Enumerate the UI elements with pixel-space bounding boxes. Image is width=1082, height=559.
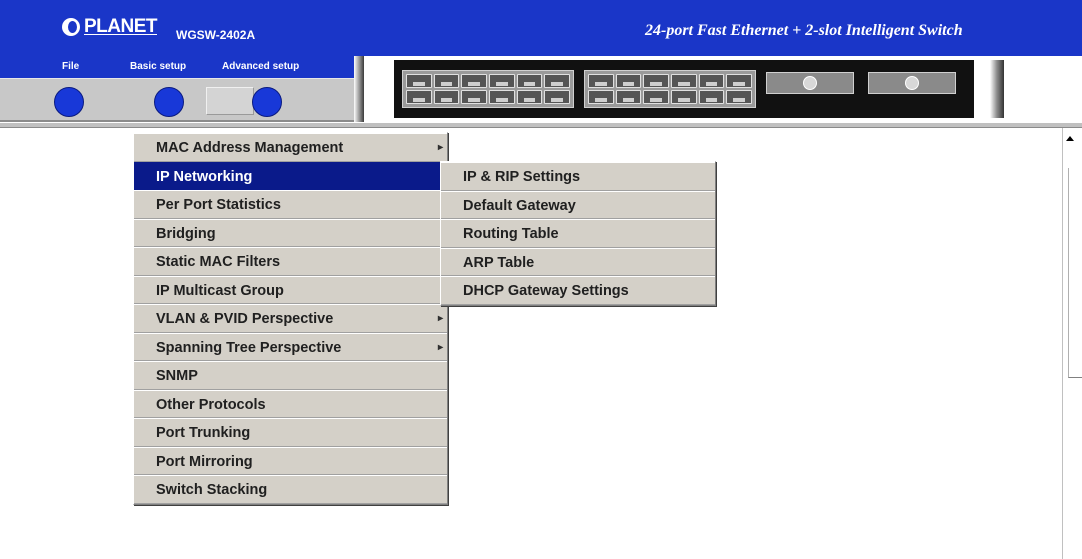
menu-item-vlan-pvid-perspective[interactable]: VLAN & PVID Perspective ▸ bbox=[134, 304, 447, 333]
menu-item-switch-stacking[interactable]: Switch Stacking bbox=[134, 475, 447, 504]
planet-logo: PLANET bbox=[62, 16, 158, 38]
submenu-arrow-icon: ▸ bbox=[437, 313, 443, 324]
ethernet-port-icon[interactable] bbox=[544, 90, 570, 104]
product-tagline: 24-port Fast Ethernet + 2-slot Intellige… bbox=[645, 22, 963, 39]
menu-basic-setup[interactable]: Basic setup bbox=[130, 61, 186, 72]
menu-item-label: Bridging bbox=[156, 225, 216, 242]
menu-item-snmp[interactable]: SNMP bbox=[134, 361, 447, 390]
menu-item-label: Routing Table bbox=[463, 226, 559, 242]
menu-item-label: Port Mirroring bbox=[156, 453, 253, 470]
advanced-setup-menu: MAC Address Management ▸ IP Networking P… bbox=[133, 132, 448, 505]
blank-toolbar-button[interactable] bbox=[206, 87, 254, 115]
ethernet-port-icon[interactable] bbox=[615, 90, 642, 104]
ethernet-port-icon[interactable] bbox=[433, 74, 460, 88]
ethernet-port-icon[interactable] bbox=[588, 90, 614, 104]
toolbar-labels: File Basic setup Advanced setup bbox=[0, 56, 360, 78]
ethernet-port-icon[interactable] bbox=[670, 90, 697, 104]
file-button[interactable] bbox=[54, 87, 84, 117]
app-header: PLANET WGSW-2402A 24-port Fast Ethernet … bbox=[0, 0, 1082, 56]
ethernet-port-icon[interactable] bbox=[726, 90, 752, 104]
menu-item-static-mac-filters[interactable]: Static MAC Filters ‹ bbox=[134, 247, 447, 276]
menu-item-spanning-tree-perspective[interactable]: Spanning Tree Perspective ▸ bbox=[134, 332, 447, 361]
menu-item-label: IP Multicast Group bbox=[156, 282, 284, 299]
ethernet-port-icon[interactable] bbox=[615, 74, 642, 88]
ethernet-port-icon[interactable] bbox=[488, 74, 515, 88]
ethernet-port-icon[interactable] bbox=[588, 74, 614, 88]
menu-item-label: IP Networking bbox=[156, 168, 253, 185]
menu-item-mac-address-management[interactable]: MAC Address Management ▸ bbox=[134, 133, 447, 162]
menu-item-label: MAC Address Management bbox=[156, 140, 344, 156]
menu-item-ip-networking[interactable]: IP Networking bbox=[134, 161, 447, 190]
menu-item-port-trunking[interactable]: Port Trunking bbox=[134, 418, 447, 447]
submenu-item-routing-table[interactable]: Routing Table bbox=[441, 219, 715, 248]
ethernet-port-icon[interactable] bbox=[461, 90, 487, 104]
menu-item-label: Other Protocols bbox=[156, 396, 266, 413]
ip-networking-submenu: IP & RIP Settings Default Gateway Routin… bbox=[440, 161, 716, 306]
menu-item-label: Default Gateway bbox=[463, 197, 576, 214]
menu-item-label: Static MAC Filters bbox=[156, 254, 281, 270]
submenu-arrow-icon: ▸ bbox=[437, 341, 443, 353]
scrollbar-thumb[interactable] bbox=[1068, 168, 1082, 378]
scroll-up-arrow-icon[interactable] bbox=[1066, 136, 1074, 141]
ethernet-port-icon[interactable] bbox=[698, 74, 725, 88]
slot-knob-icon bbox=[905, 76, 919, 90]
menu-item-label: Per Port Statistics bbox=[156, 197, 281, 213]
menu-item-label: SNMP bbox=[156, 368, 198, 384]
menu-file[interactable]: File bbox=[62, 61, 79, 72]
ethernet-port-icon[interactable] bbox=[643, 90, 669, 104]
port-group-1 bbox=[402, 70, 574, 108]
menu-item-label: VLAN & PVID Perspective bbox=[156, 311, 334, 327]
ethernet-port-icon[interactable] bbox=[643, 74, 669, 88]
menu-item-label: Port Trunking bbox=[156, 425, 251, 441]
module-slot-2[interactable] bbox=[868, 72, 956, 94]
advanced-setup-button[interactable] bbox=[252, 87, 282, 117]
brand-name: PLANET bbox=[84, 16, 158, 37]
submenu-item-default-gateway[interactable]: Default Gateway bbox=[441, 190, 715, 219]
ethernet-port-icon[interactable] bbox=[670, 74, 697, 88]
header-separator bbox=[0, 122, 1082, 128]
submenu-arrow-icon: ▸ bbox=[437, 142, 443, 153]
planet-logo-icon bbox=[62, 18, 80, 36]
menu-item-other-protocols[interactable]: Other Protocols bbox=[134, 389, 447, 418]
basic-setup-button[interactable] bbox=[154, 87, 184, 117]
slot-knob-icon bbox=[803, 76, 817, 90]
switch-chassis bbox=[394, 60, 974, 118]
panel-right-edge bbox=[990, 60, 1004, 118]
ethernet-port-icon[interactable] bbox=[461, 74, 487, 88]
menu-advanced-setup[interactable]: Advanced setup bbox=[222, 61, 299, 72]
submenu-item-ip-rip-settings[interactable]: IP & RIP Settings bbox=[441, 162, 715, 191]
menu-item-label: Spanning Tree Perspective bbox=[156, 339, 342, 356]
ethernet-port-icon[interactable] bbox=[406, 74, 432, 88]
menu-item-ip-multicast-group[interactable]: IP Multicast Group bbox=[134, 275, 447, 304]
submenu-item-dhcp-gateway-settings[interactable]: DHCP Gateway Settings bbox=[441, 276, 715, 305]
model-name: WGSW-2402A bbox=[176, 28, 256, 42]
port-group-2 bbox=[584, 70, 756, 108]
module-slot-1[interactable] bbox=[766, 72, 854, 94]
menu-item-bridging[interactable]: Bridging bbox=[134, 218, 447, 247]
menu-item-per-port-statistics[interactable]: Per Port Statistics bbox=[134, 190, 447, 219]
ethernet-port-icon[interactable] bbox=[488, 90, 515, 104]
menu-item-label: ARP Table bbox=[463, 254, 535, 271]
submenu-item-arp-table[interactable]: ARP Table bbox=[441, 247, 715, 276]
toolbar-buttons bbox=[0, 78, 354, 122]
switch-front-panel bbox=[364, 56, 1082, 122]
menu-item-port-mirroring[interactable]: Port Mirroring bbox=[134, 446, 447, 475]
ethernet-port-icon[interactable] bbox=[433, 90, 460, 104]
ethernet-port-icon[interactable] bbox=[544, 74, 570, 88]
ethernet-port-icon[interactable] bbox=[516, 90, 543, 104]
menu-item-label: DHCP Gateway Settings bbox=[463, 283, 629, 299]
ethernet-port-icon[interactable] bbox=[516, 74, 543, 88]
ethernet-port-icon[interactable] bbox=[726, 74, 752, 88]
menu-item-label: IP & RIP Settings bbox=[463, 169, 581, 185]
ethernet-port-icon[interactable] bbox=[406, 90, 432, 104]
toolbar-divider bbox=[354, 56, 364, 122]
ethernet-port-icon[interactable] bbox=[698, 90, 725, 104]
menu-item-label: Switch Stacking bbox=[156, 482, 268, 498]
